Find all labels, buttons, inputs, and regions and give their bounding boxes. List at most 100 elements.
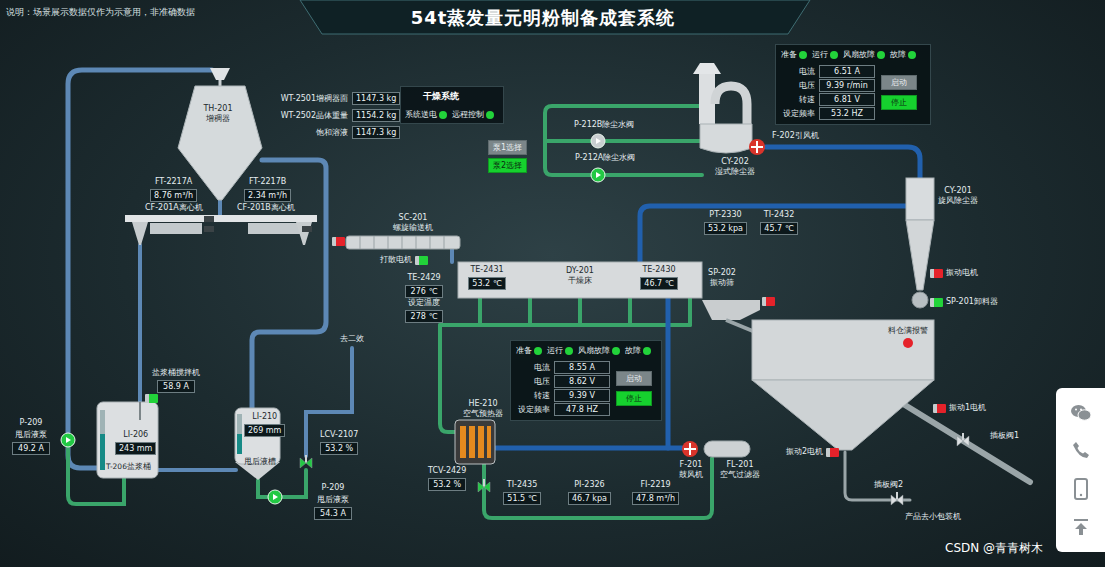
valve[interactable] <box>957 433 969 446</box>
weight-row: WT-2501增稠器面1147.3 kg <box>276 92 400 105</box>
instrument-readout: LI-210269 mm <box>244 412 285 437</box>
level-track <box>100 410 105 470</box>
motor-icon <box>930 269 943 278</box>
dryer-bed <box>458 262 702 298</box>
watermark: CSDN @青青树木 <box>945 540 1043 557</box>
motor[interactable]: 打散电机 <box>380 255 428 265</box>
pump[interactable] <box>591 168 605 182</box>
screw-conveyor <box>346 236 460 249</box>
equipment-label: CY-202湿式除尘器 <box>715 157 755 177</box>
wechat-icon[interactable] <box>1070 403 1092 423</box>
status-indicator: 运行 <box>812 49 838 60</box>
readout-value: 53.2 kpa <box>704 222 747 235</box>
pump-arrow-icon <box>596 172 601 178</box>
instrument-readout: TI-243551.5 ℃ <box>503 480 541 505</box>
pump-arrow-icon <box>66 437 71 443</box>
drive-button[interactable]: 停止 <box>881 95 917 110</box>
drive-button[interactable]: 停止 <box>616 391 652 406</box>
status-dot-icon <box>643 347 651 355</box>
pump[interactable] <box>61 433 75 447</box>
drive-reading: 设定频率47.8 HZ <box>516 403 610 416</box>
pump-select-button[interactable]: 泵1选择 <box>488 140 527 155</box>
readout-value: 51.5 ℃ <box>503 492 541 505</box>
alarm-lamp-icon <box>903 338 913 348</box>
valve[interactable] <box>300 455 312 468</box>
instrument-readout: 盐浆桶搅拌机58.9 A <box>152 368 200 393</box>
readout-value: 46.7 ℃ <box>640 277 678 290</box>
diagram-label: 去二效 <box>340 334 364 344</box>
pump-icon <box>591 168 605 182</box>
readout-value: 58.9 A <box>157 380 195 393</box>
status-dot-icon <box>565 347 573 355</box>
status-indicator: 远程控制 <box>452 109 494 120</box>
pump[interactable] <box>268 490 282 504</box>
diagram-label: 产品去小包装机 <box>905 512 961 522</box>
instrument-readout: TCV-242953.2 % <box>428 466 466 491</box>
status-dot-icon <box>877 51 885 59</box>
level-fill <box>237 434 242 454</box>
motor[interactable] <box>762 297 775 306</box>
tank-level <box>237 414 242 454</box>
readout-value: 47.8 m³/h <box>632 492 679 505</box>
instrument-readout: P-209甩后液泵54.3 A <box>314 483 352 520</box>
motor-icon <box>826 448 839 457</box>
blower-fan <box>682 441 698 457</box>
induced-fan <box>749 139 765 155</box>
header-banner <box>300 0 810 34</box>
air-filter <box>704 441 750 457</box>
pump-arrow-icon <box>596 138 601 144</box>
phone-icon[interactable] <box>1071 440 1091 460</box>
status-indicator: 故障 <box>890 49 916 60</box>
readout-value: 53.2 % <box>320 442 358 455</box>
mobile-icon[interactable] <box>1073 478 1089 500</box>
status-dot-icon <box>612 347 620 355</box>
drive-reading: 转速6.81 V <box>781 93 875 106</box>
status-indicator: 风扇故障 <box>843 49 885 60</box>
drive-reading: 电流6.51 A <box>781 65 875 78</box>
valve-icon <box>478 482 490 492</box>
instrument-readout: TE-243046.7 ℃ <box>640 265 678 290</box>
equipment-label: TH-201增稠器 <box>203 104 232 124</box>
motor-icon <box>332 237 345 246</box>
motor[interactable] <box>145 394 158 403</box>
readout-value: 46.7 kpa <box>568 492 611 505</box>
diagram-label: 插板阀2 <box>874 480 903 490</box>
weight-row: WT-2502晶体重量1154.2 kg <box>276 109 400 122</box>
valve-icon <box>957 436 969 446</box>
motor[interactable]: 振动2电机 <box>786 447 839 457</box>
scada-screen: 说明：场景展示数据仅作为示意用，非准确数据54t蒸发量元明粉制备成套系统TH-2… <box>0 0 1105 567</box>
instrument-readout: PI-232646.7 kpa <box>568 480 611 505</box>
readout-value: 2.34 m³/h <box>244 189 291 202</box>
motor[interactable]: SP-201卸料器 <box>930 297 998 307</box>
motor-icon <box>145 394 158 403</box>
drive-reading: 电压8.62 V <box>516 375 610 388</box>
drive-button[interactable]: 启动 <box>881 75 917 90</box>
motor-icon <box>930 298 943 307</box>
pump[interactable] <box>591 134 605 148</box>
drive-reading: 设定频率53.2 HZ <box>781 107 875 120</box>
readout-value: 8.76 m³/h <box>150 189 197 202</box>
pump-arrow-icon <box>273 494 278 500</box>
readout-value: 269 mm <box>244 424 285 437</box>
status-indicator: 准备 <box>781 49 807 60</box>
motor[interactable]: 振动1电机 <box>933 403 986 413</box>
equipment-label: SP-202振动筛 <box>708 268 736 288</box>
status-indicator: 准备 <box>516 345 542 356</box>
status-dot-icon <box>439 111 447 119</box>
weight-row: 饱和溶液1147.3 kg <box>276 126 400 139</box>
drive-reading: 电压9.39 r/min <box>781 79 875 92</box>
valve[interactable] <box>891 492 903 505</box>
valve[interactable] <box>478 479 490 492</box>
pump-select-button[interactable]: 泵2选择 <box>488 158 527 173</box>
instrument-readout: TE-243153.2 ℃ <box>468 265 506 290</box>
status-indicator: 系统送电 <box>405 109 447 120</box>
equipment-label: F-201鼓风机 <box>679 460 703 480</box>
motor[interactable]: 振动电机 <box>930 268 978 278</box>
status-dot-icon <box>830 51 838 59</box>
motor[interactable] <box>332 237 345 246</box>
diagram-label: CF-201B离心机 <box>237 203 295 213</box>
back-to-top-icon[interactable] <box>1071 517 1091 537</box>
drive-button[interactable]: 启动 <box>616 371 652 386</box>
readout-value: 54.3 A <box>314 507 352 520</box>
diagram-label: CF-201A离心机 <box>145 203 203 213</box>
